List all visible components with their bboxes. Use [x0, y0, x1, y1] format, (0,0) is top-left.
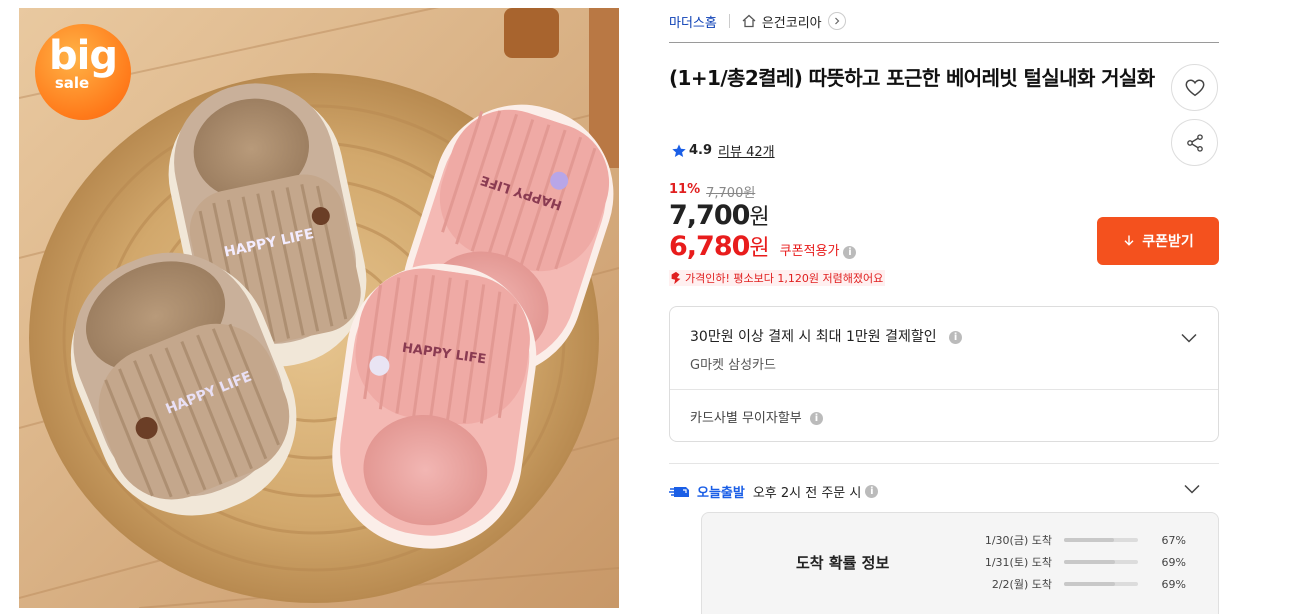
- card-benefit-box: 30만원 이상 결제 시 최대 1만원 결제할인 i G마켓 삼성카드 카드사별…: [669, 306, 1219, 442]
- breadcrumb-store-link[interactable]: 마더스홈: [669, 12, 717, 31]
- shipping-tag: 오늘출발: [697, 486, 745, 501]
- arrival-bar-fill: [1064, 560, 1116, 564]
- product-title: (1+1/총2켤레) 따뜻하고 포근한 베어레빗 털실내화 거실화: [669, 66, 1155, 90]
- coupon-price-unit: 원: [749, 236, 770, 261]
- arrival-date: 2/2(월) 도착: [991, 578, 1052, 591]
- arrival-probability-box: 도착 확률 정보 1/30(금) 도착 67% 1/31(토) 도착 69% 2…: [701, 512, 1219, 614]
- home-icon: [742, 14, 756, 28]
- product-info: 마더스홈 은건코리아 (1+1/총2켤레) 따뜻하고 포근한 베어레빗 털실내화…: [669, 0, 1219, 614]
- installment-text: 카드사별 무이자할부: [690, 411, 802, 426]
- arrival-bar: [1064, 582, 1138, 586]
- arrival-percent: 67%: [1161, 533, 1186, 547]
- coupon-price: 6,780 원 쿠폰적용가 i: [669, 230, 857, 262]
- arrival-date: 1/30(금) 도착: [984, 534, 1052, 547]
- breadcrumb-separator: [728, 14, 730, 28]
- info-icon[interactable]: i: [949, 330, 963, 344]
- sale-price-value: 7,700: [669, 200, 750, 231]
- shipping-row[interactable]: 오늘출발 오후 2시 전 주문 시 i: [669, 482, 1219, 501]
- info-icon[interactable]: i: [809, 412, 823, 425]
- price-drop-notice: 가격인하! 평소보다 1,120원 저렴해졌어요: [669, 270, 886, 286]
- arrival-percent: 69%: [1161, 555, 1186, 569]
- star-icon: [672, 143, 686, 157]
- rating-score: 4.9: [689, 143, 713, 158]
- arrival-probability-title: 도착 확률 정보: [796, 554, 890, 572]
- coupon-applied-label: 쿠폰적용가: [779, 244, 840, 259]
- coupon-download-button[interactable]: 쿠폰받기: [1097, 217, 1219, 265]
- info-icon[interactable]: i: [865, 485, 879, 498]
- arrival-bar: [1064, 560, 1138, 564]
- share-icon: [1186, 133, 1203, 152]
- sale-price: 7,700원: [669, 199, 770, 231]
- arrival-bar-fill: [1064, 538, 1114, 542]
- review-count-link[interactable]: 리뷰 42개: [718, 141, 775, 160]
- big-sale-badge-main: big: [49, 33, 118, 79]
- breadcrumb: 마더스홈 은건코리아: [669, 0, 1219, 43]
- card-benefit-header[interactable]: 30만원 이상 결제 시 최대 1만원 결제할인 i G마켓 삼성카드: [670, 307, 1218, 390]
- wishlist-button[interactable]: [1171, 64, 1218, 111]
- coupon-download-label: 쿠폰받기: [1142, 233, 1194, 249]
- coupon-price-value: 6,780: [669, 231, 750, 262]
- delivery-truck-icon: [669, 486, 689, 497]
- arrival-date: 1/31(토) 도착: [984, 556, 1052, 569]
- breadcrumb-seller-link[interactable]: 은건코리아: [762, 12, 822, 31]
- price-drop-icon: [671, 271, 681, 285]
- arrival-row: 2/2(월) 도착 69%: [978, 576, 1186, 592]
- arrival-bar-fill: [1064, 582, 1116, 586]
- arrival-row: 1/30(금) 도착 67%: [978, 532, 1186, 548]
- chevron-right-icon[interactable]: [827, 12, 846, 30]
- info-icon[interactable]: i: [843, 246, 857, 259]
- price-drop-text: 가격인하! 평소보다 1,120원 저렴해졌어요: [685, 272, 884, 285]
- rating: 4.9 리뷰 42개: [671, 141, 775, 160]
- installment-info[interactable]: 카드사별 무이자할부 i: [690, 407, 823, 426]
- big-sale-badge: big sale: [35, 24, 131, 120]
- card-benefit-subtitle: G마켓 삼성카드: [690, 358, 776, 373]
- card-benefit-title: 30만원 이상 결제 시 최대 1만원 결제할인 i: [690, 326, 963, 346]
- share-button[interactable]: [1171, 119, 1218, 166]
- sale-price-unit: 원: [749, 205, 769, 230]
- product-image[interactable]: HAPPY LIFE HAPPY LIFE HAPPY LIFE HAPPY L…: [19, 8, 619, 608]
- arrival-percent: 69%: [1161, 577, 1186, 591]
- arrival-row: 1/31(토) 도착 69%: [978, 554, 1186, 570]
- download-icon: [1124, 235, 1134, 246]
- chevron-down-icon[interactable]: [1183, 480, 1201, 498]
- card-benefit-title-text: 30만원 이상 결제 시 최대 1만원 결제할인: [690, 329, 937, 345]
- section-divider: [669, 463, 1219, 464]
- arrival-bar: [1064, 538, 1138, 542]
- chevron-down-icon[interactable]: [1180, 329, 1198, 347]
- shipping-condition: 오후 2시 전 주문 시: [752, 486, 862, 501]
- heart-icon: [1185, 78, 1204, 96]
